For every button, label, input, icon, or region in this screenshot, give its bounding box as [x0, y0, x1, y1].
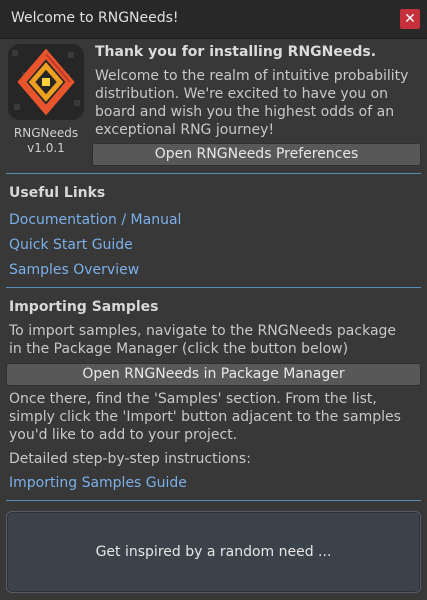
open-package-manager-button[interactable]: Open RNGNeeds in Package Manager — [6, 363, 421, 386]
detailed-instructions-label: Detailed step-by-step instructions: — [9, 451, 251, 467]
import-instructions: To import samples, navigate to the RNGNe… — [9, 322, 421, 358]
random-need-button[interactable]: Get inspired by a random need ... — [6, 511, 421, 593]
instruction-line: Once there, find the 'Samples' section. … — [9, 391, 377, 407]
open-preferences-button[interactable]: Open RNGNeeds Preferences — [92, 143, 421, 166]
app-version: v1.0.1 — [27, 141, 65, 155]
useful-links-title: Useful Links — [9, 185, 106, 201]
welcome-text: Welcome to the realm of intuitive probab… — [95, 67, 417, 139]
instruction-line: simply click the 'Import' button adjacen… — [9, 409, 401, 425]
welcome-line: board and wish you the highest odds of a… — [95, 104, 395, 120]
rngneeds-logo-icon — [8, 44, 84, 120]
samples-overview-link[interactable]: Samples Overview — [9, 262, 139, 278]
welcome-line: Welcome to the realm of intuitive probab… — [95, 68, 409, 84]
instruction-line: you'd like to add to your project. — [9, 427, 238, 443]
separator — [6, 287, 421, 288]
separator — [6, 500, 421, 501]
documentation-link[interactable]: Documentation / Manual — [9, 212, 181, 228]
importing-samples-guide-link[interactable]: Importing Samples Guide — [9, 475, 187, 491]
window-title: Welcome to RNGNeeds! — [11, 10, 179, 26]
welcome-line: distribution. We're excited to have you … — [95, 86, 389, 102]
separator — [6, 173, 421, 174]
app-name: RNGNeeds — [13, 126, 79, 140]
instruction-line: To import samples, navigate to the RNGNe… — [9, 323, 397, 339]
welcome-heading: Thank you for installing RNGNeeds. — [95, 44, 377, 60]
after-instructions: Once there, find the 'Samples' section. … — [9, 390, 421, 444]
close-button[interactable]: ✕ — [400, 9, 420, 29]
instruction-line: in the Package Manager (click the button… — [9, 341, 349, 357]
title-bar: Welcome to RNGNeeds! ✕ — [0, 0, 427, 39]
importing-samples-title: Importing Samples — [9, 299, 159, 315]
quick-start-link[interactable]: Quick Start Guide — [9, 237, 133, 253]
welcome-line: exceptional RNG journey! — [95, 122, 275, 138]
